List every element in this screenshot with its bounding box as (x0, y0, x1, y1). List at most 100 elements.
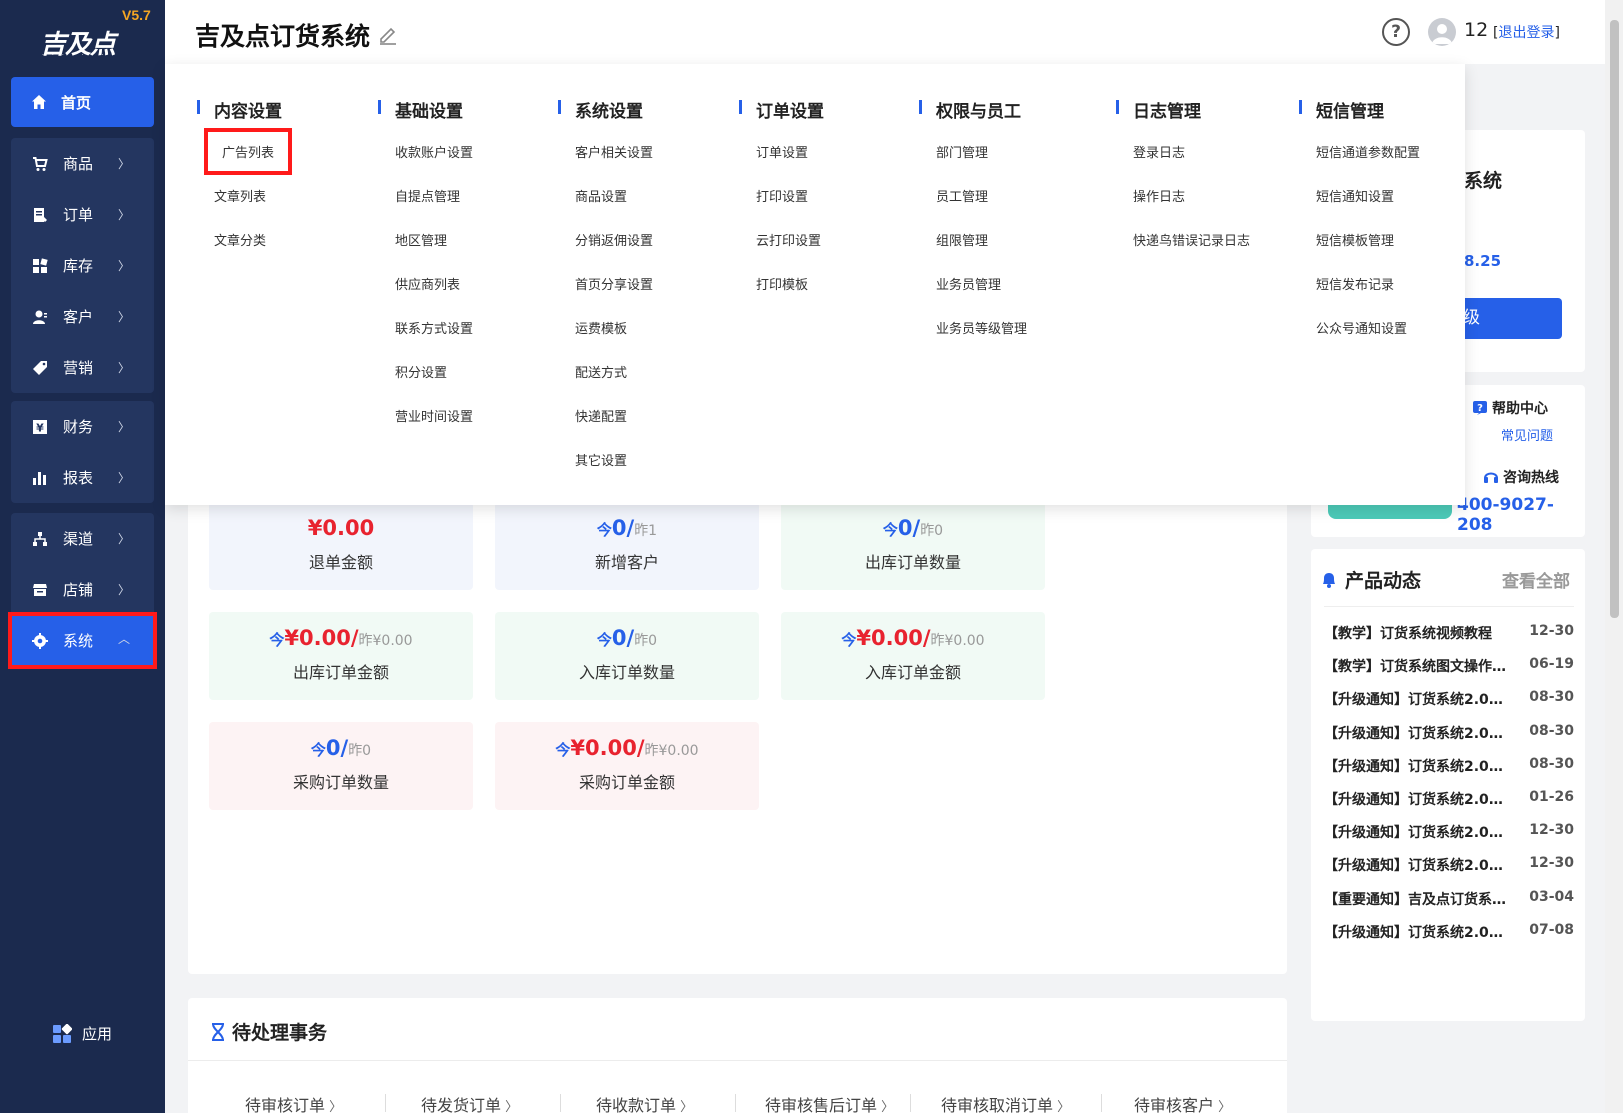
chevron-right-icon: 〉 (1053, 1100, 1071, 1113)
news-item[interactable]: 【升级通知】订货系统2.0版本升级 08-30 (1324, 689, 1574, 709)
menu-link[interactable]: 订单设置 (756, 142, 808, 161)
news-item[interactable]: 【升级通知】订货系统2.0版本升级 12-30 (1324, 855, 1574, 875)
menu-link[interactable]: 文章分类 (214, 230, 266, 249)
stat-card[interactable]: 今¥0.00/昨¥0.00 入库订单金额 (781, 612, 1045, 700)
pending-tab[interactable]: 待收款订单 〉 (596, 1092, 693, 1113)
stat-card[interactable]: 今0/昨0 入库订单数量 (495, 612, 759, 700)
menu-link[interactable]: 供应商列表 (395, 274, 460, 293)
pending-tab-label: 待审核客户 (1134, 1096, 1215, 1113)
chevron-right-icon: 〉 (117, 259, 130, 273)
chevron-right-icon: 〉 (501, 1100, 519, 1113)
menu-link[interactable]: 首页分享设置 (575, 274, 653, 293)
news-item[interactable]: 【升级通知】订货系统2.0版本升级 01-26 (1324, 789, 1574, 809)
sidebar-item-goods[interactable]: 商品 〉 (11, 138, 154, 189)
menu-link[interactable]: 文章列表 (214, 186, 266, 205)
help-center-link[interactable]: ? 帮助中心 (1472, 398, 1548, 418)
sidebar-item-store[interactable]: 店铺 〉 (11, 564, 154, 615)
menu-link[interactable]: 快递配置 (575, 406, 627, 425)
news-item[interactable]: 【升级通知】订货系统2.0版本升级 08-30 (1324, 756, 1574, 776)
edit-icon[interactable] (378, 25, 398, 45)
menu-link[interactable]: 自提点管理 (395, 186, 460, 205)
menu-link[interactable]: 快递鸟错误记录日志 (1133, 230, 1250, 249)
sidebar-item-inventory[interactable]: 库存 〉 (11, 240, 154, 291)
menu-link[interactable]: 短信通道参数配置 (1316, 142, 1420, 161)
menu-link[interactable]: 客户相关设置 (575, 142, 653, 161)
stat-card[interactable]: 今0/昨0 采购订单数量 (209, 722, 473, 810)
help-icon[interactable]: ? (1382, 18, 1410, 46)
scrollbar[interactable] (1605, 0, 1623, 1113)
sidebar-item-home[interactable]: 首页 (11, 77, 154, 127)
logo[interactable]: 吉及点 ······· (36, 14, 136, 60)
stat-label: 新增客户 (594, 553, 659, 572)
page-title: 吉及点订货系统 (195, 17, 398, 53)
sidebar-item-system[interactable]: 系统 ︿ (8, 612, 157, 669)
avatar[interactable] (1428, 18, 1456, 46)
chevron-right-icon: 〉 (117, 310, 130, 324)
menu-link[interactable]: 联系方式设置 (395, 318, 473, 337)
pending-tab[interactable]: 待审核取消订单 〉 (941, 1092, 1070, 1113)
cart-icon (31, 155, 49, 173)
news-item[interactable]: 【重要通知】吉及点订货系统通知 03-04 (1324, 889, 1574, 909)
pending-tab[interactable]: 待审核客户 〉 (1134, 1092, 1231, 1113)
menu-link[interactable]: 云打印设置 (756, 230, 821, 249)
menu-section-title: 基础设置 (378, 97, 463, 122)
pending-tab[interactable]: 待发货订单 〉 (421, 1092, 518, 1113)
menu-link[interactable]: 业务员管理 (936, 274, 1001, 293)
menu-link[interactable]: 登录日志 (1133, 142, 1185, 161)
news-item[interactable]: 【升级通知】订货系统2.0版本升级 08-30 (1324, 723, 1574, 743)
stat-value: 今¥0.00/昨¥0.00 (495, 736, 759, 766)
finance-icon: ¥ (31, 418, 49, 436)
stat-card[interactable]: 今¥0.00/昨¥0.00 采购订单金额 (495, 722, 759, 810)
menu-link[interactable]: 广告列表 (203, 128, 293, 175)
apps-button[interactable]: 应用 (52, 1023, 112, 1044)
pending-tab[interactable]: 待审核售后订单 〉 (765, 1092, 894, 1113)
menu-link[interactable]: 打印设置 (756, 186, 808, 205)
sidebar-item-reports[interactable]: 报表 〉 (11, 452, 154, 503)
sidebar-item-orders[interactable]: 订单 〉 (11, 189, 154, 240)
sidebar-item-customers[interactable]: 客户 〉 (11, 291, 154, 342)
menu-link[interactable]: 商品设置 (575, 186, 627, 205)
menu-link[interactable]: 员工管理 (936, 186, 988, 205)
news-item[interactable]: 【升级通知】订货系统2.0版本升级 07-08 (1324, 922, 1574, 942)
menu-link[interactable]: 其它设置 (575, 450, 627, 469)
menu-link[interactable]: 短信发布记录 (1316, 274, 1394, 293)
menu-link[interactable]: 短信通知设置 (1316, 186, 1394, 205)
stat-card[interactable]: 今0/昨1 新增客户 (495, 502, 759, 590)
news-view-all-link[interactable]: 查看全部 (1502, 567, 1570, 592)
menu-link[interactable]: 积分设置 (395, 362, 447, 381)
menu-link[interactable]: 分销返佣设置 (575, 230, 653, 249)
chevron-right-icon: 〉 (117, 583, 130, 597)
pending-tab[interactable]: 待审核订单 〉 (245, 1092, 342, 1113)
menu-link[interactable]: 公众号通知设置 (1316, 318, 1407, 337)
menu-link[interactable]: 操作日志 (1133, 186, 1185, 205)
stat-card[interactable]: ¥0.00 退单金额 (209, 502, 473, 590)
menu-link[interactable]: 收款账户设置 (395, 142, 473, 161)
menu-link[interactable]: 打印模板 (756, 274, 808, 293)
news-item[interactable]: 【升级通知】订货系统2.0版本升级 12-30 (1324, 822, 1574, 842)
menu-link[interactable]: 营业时间设置 (395, 406, 473, 425)
stat-value: 今0/昨0 (781, 516, 1045, 546)
menu-link[interactable]: 业务员等级管理 (936, 318, 1027, 337)
sidebar-item-marketing[interactable]: 营销 〉 (11, 342, 154, 393)
logout-link[interactable]: [退出登录] (1493, 22, 1560, 42)
menu-link[interactable]: 地区管理 (395, 230, 447, 249)
menu-link[interactable]: 配送方式 (575, 362, 627, 381)
news-item-date: 08-30 (1529, 689, 1574, 706)
news-card: 产品动态 查看全部 【教学】订货系统视频教程 12-30 【教学】订货系统图文操作手… (1311, 549, 1585, 1021)
scrollbar-thumb[interactable] (1610, 20, 1619, 618)
stat-card[interactable]: 今0/昨0 出库订单数量 (781, 502, 1045, 590)
sidebar-item-finance[interactable]: ¥ 财务 〉 (11, 401, 154, 452)
menu-link[interactable]: 部门管理 (936, 142, 988, 161)
news-item[interactable]: 【教学】订货系统图文操作手册 06-19 (1324, 656, 1574, 676)
stat-card[interactable]: 今¥0.00/昨¥0.00 出库订单金额 (209, 612, 473, 700)
stat-today-prefix: 今 (269, 631, 285, 649)
sidebar-item-channel[interactable]: 渠道 〉 (11, 513, 154, 564)
menu-link[interactable]: 运费模板 (575, 318, 627, 337)
faq-link[interactable]: 常见问题 (1501, 425, 1553, 444)
menu-link[interactable]: 组限管理 (936, 230, 988, 249)
menu-link[interactable]: 短信模板管理 (1316, 230, 1394, 249)
stat-today-value: ¥0.00 (307, 516, 375, 540)
chevron-right-icon: 〉 (117, 420, 130, 434)
expiry-date: 8.25 (1464, 252, 1502, 270)
news-item[interactable]: 【教学】订货系统视频教程 12-30 (1324, 623, 1574, 643)
